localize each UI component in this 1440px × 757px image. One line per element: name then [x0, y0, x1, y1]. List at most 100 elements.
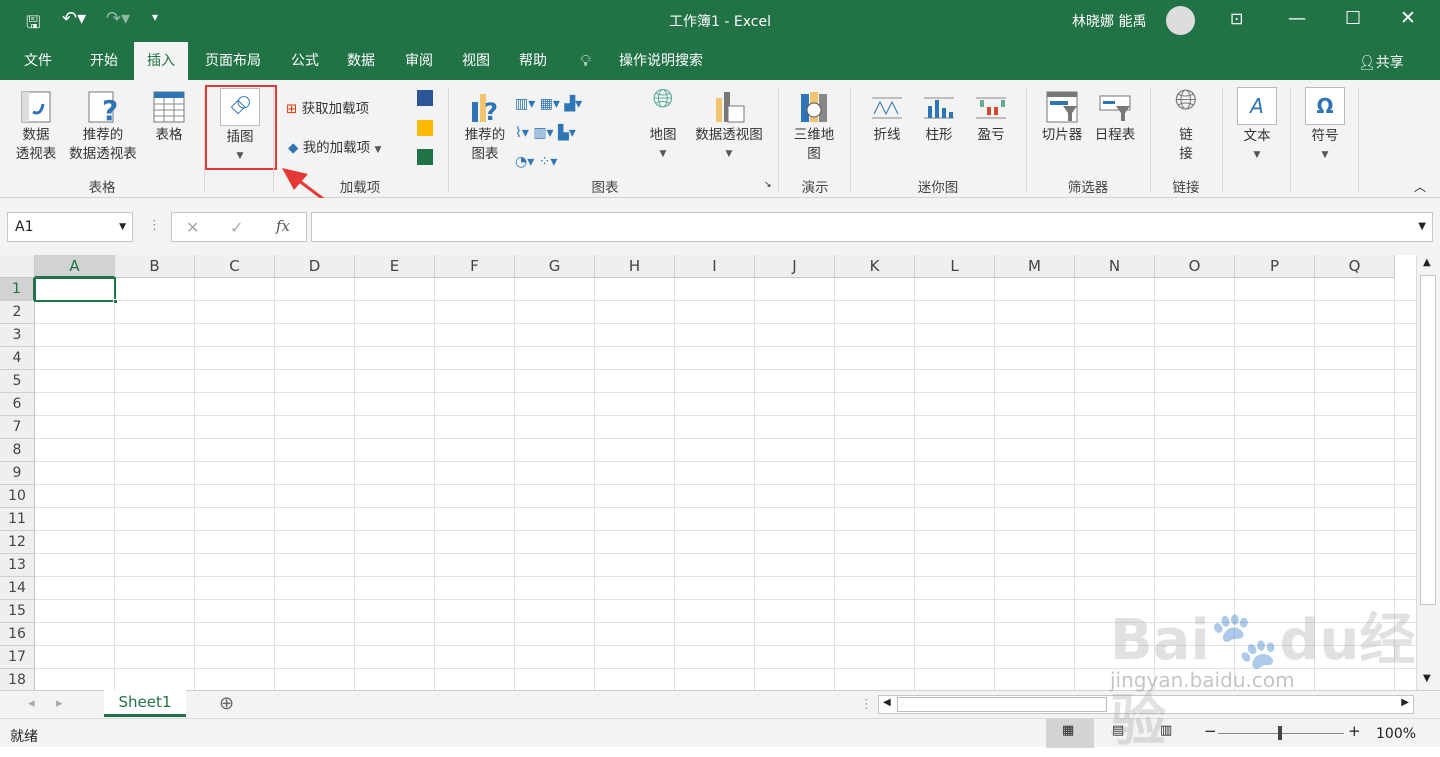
zoom-slider-thumb[interactable] [1278, 726, 1282, 740]
formula-input[interactable]: ▼ [311, 212, 1433, 242]
column-header[interactable]: J [755, 255, 835, 278]
customize-qat-icon[interactable]: ▾ [152, 10, 158, 24]
column-header[interactable]: C [195, 255, 275, 278]
tab-help[interactable]: 帮助 [508, 42, 558, 80]
enter-icon[interactable]: ✓ [230, 218, 243, 237]
collapse-ribbon-icon[interactable]: ︿ [1414, 178, 1426, 195]
recommended-charts-button[interactable]: ? 推荐的 图表 [458, 90, 512, 164]
column-header[interactable]: P [1235, 255, 1315, 278]
recommended-pivot-button[interactable]: ? 推荐的 数据透视表 [64, 90, 142, 164]
sparkline-line-button[interactable]: 折线 [864, 90, 910, 145]
maximize-icon[interactable]: ☐ [1345, 8, 1361, 29]
get-addins-button[interactable]: ⊞ 获取加载项 [286, 100, 369, 119]
column-header[interactable]: N [1075, 255, 1155, 278]
redo-icon[interactable]: ↷▾ [106, 8, 130, 29]
tab-file[interactable]: 文件 [10, 42, 66, 80]
row-header[interactable]: 5 [0, 370, 35, 393]
row-header[interactable]: 16 [0, 623, 35, 646]
cancel-icon[interactable]: ✕ [186, 218, 199, 237]
row-header[interactable]: 15 [0, 600, 35, 623]
pivot-chart-button[interactable]: 数据透视图 ▼ [688, 90, 770, 164]
slicer-button[interactable]: 切片器 [1036, 90, 1088, 145]
tab-review[interactable]: 审阅 [394, 42, 444, 80]
illustrations-button[interactable]: 插图 ▼ [212, 88, 268, 166]
name-box[interactable]: A1 ▼ [7, 212, 133, 242]
share-button[interactable]: 👤︎共享 [1358, 52, 1404, 72]
horizontal-scroll-thumb[interactable] [897, 697, 1107, 712]
pivot-table-button[interactable]: 数据 透视表 [10, 90, 62, 164]
tab-view[interactable]: 视图 [451, 42, 501, 80]
column-header[interactable]: I [675, 255, 755, 278]
column-header[interactable]: D [275, 255, 355, 278]
tab-home[interactable]: 开始 [76, 42, 132, 80]
row-header[interactable]: 8 [0, 439, 35, 462]
save-icon[interactable]: 🖫 [26, 10, 40, 39]
tab-data[interactable]: 数据 [336, 42, 386, 80]
table-button[interactable]: 表格 [146, 90, 192, 145]
dialog-launcher-icon[interactable]: ↘ [764, 180, 772, 190]
row-header[interactable]: 14 [0, 577, 35, 600]
column-header[interactable]: M [995, 255, 1075, 278]
zoom-out-icon[interactable]: − [1204, 722, 1217, 740]
row-header[interactable]: 10 [0, 485, 35, 508]
add-sheet-icon[interactable]: ⊕ [219, 693, 234, 714]
row-header[interactable]: 13 [0, 554, 35, 577]
undo-icon[interactable]: ↶▾ [62, 8, 86, 29]
ribbon-display-icon[interactable]: ⊡ [1230, 9, 1243, 28]
chart-type-buttons[interactable]: ▥▾ ▦▾ ▟▾ ⌇▾ ▥▾ ▙▾ ◔▾ ⁘▾ [515, 90, 582, 177]
tab-insert[interactable]: 插入 [134, 42, 188, 80]
row-header[interactable]: 17 [0, 646, 35, 669]
zoom-level[interactable]: 100% [1376, 726, 1416, 742]
avatar[interactable] [1166, 6, 1195, 35]
row-header[interactable]: 1 [0, 278, 35, 301]
row-header[interactable]: 7 [0, 416, 35, 439]
row-header[interactable]: 12 [0, 531, 35, 554]
tab-page-layout[interactable]: 页面布局 [195, 42, 271, 80]
page-break-view-icon[interactable]: ▥ [1160, 723, 1172, 738]
timeline-button[interactable]: 日程表 [1090, 90, 1140, 145]
row-header[interactable]: 11 [0, 508, 35, 531]
row-header[interactable]: 3 [0, 324, 35, 347]
tab-formulas[interactable]: 公式 [280, 42, 330, 80]
sheet-tab-sheet1[interactable]: Sheet1 [104, 690, 186, 717]
zoom-in-icon[interactable]: + [1348, 722, 1361, 740]
column-header[interactable]: H [595, 255, 675, 278]
active-cell[interactable] [34, 277, 118, 304]
column-header[interactable]: B [115, 255, 195, 278]
column-header[interactable]: E [355, 255, 435, 278]
3d-map-button[interactable]: 三维地 图 [788, 90, 840, 164]
row-header[interactable]: 4 [0, 347, 35, 370]
select-all-button[interactable] [0, 255, 35, 278]
column-header[interactable]: G [515, 255, 595, 278]
column-header[interactable]: O [1155, 255, 1235, 278]
sparkline-column-button[interactable]: 柱形 [916, 90, 962, 145]
minimize-icon[interactable]: — [1288, 8, 1306, 29]
row-header[interactable]: 2 [0, 301, 35, 324]
close-icon[interactable]: ✕ [1400, 7, 1416, 29]
row-header[interactable]: 18 [0, 669, 35, 690]
text-button[interactable]: A 文本 ▼ [1236, 87, 1278, 165]
next-sheet-icon[interactable]: ▸ [56, 696, 63, 711]
insert-function-button[interactable]: fx [276, 217, 290, 235]
sparkline-winloss-button[interactable]: 盈亏 [968, 90, 1014, 145]
bing-maps-icon[interactable] [417, 120, 433, 136]
prev-sheet-icon[interactable]: ◂ [28, 696, 35, 711]
worksheet-grid[interactable]: A B C D E F G H I J K L M N O P Q 1 2 3 4 5 6 7 8 9 10 11 12 13 14 15 16… [0, 255, 1416, 690]
column-header[interactable]: Q [1315, 255, 1395, 278]
vertical-scrollbar[interactable]: ▲ ▼ [1416, 255, 1440, 690]
normal-view-button[interactable]: ▦ [1046, 719, 1094, 748]
column-header[interactable]: A [35, 255, 115, 278]
user-name[interactable]: 林晓娜 能禹 [1072, 11, 1146, 31]
horizontal-scrollbar[interactable]: ◀ ▶ [878, 695, 1414, 714]
tell-me-search[interactable]: 操作说明搜索 [606, 42, 716, 80]
link-button[interactable]: 🌐︎ 链 接 [1162, 86, 1210, 164]
column-header[interactable]: K [835, 255, 915, 278]
row-header[interactable]: 6 [0, 393, 35, 416]
column-header[interactable]: F [435, 255, 515, 278]
row-header[interactable]: 9 [0, 462, 35, 485]
zoom-slider[interactable] [1218, 726, 1344, 740]
my-addins-button[interactable]: ◆ 我的加载项 ▼ [288, 139, 381, 160]
vertical-scroll-thumb[interactable] [1420, 275, 1436, 605]
split-grip-icon[interactable]: ⋮ [860, 697, 873, 712]
page-layout-view-icon[interactable]: ▤ [1112, 723, 1124, 738]
